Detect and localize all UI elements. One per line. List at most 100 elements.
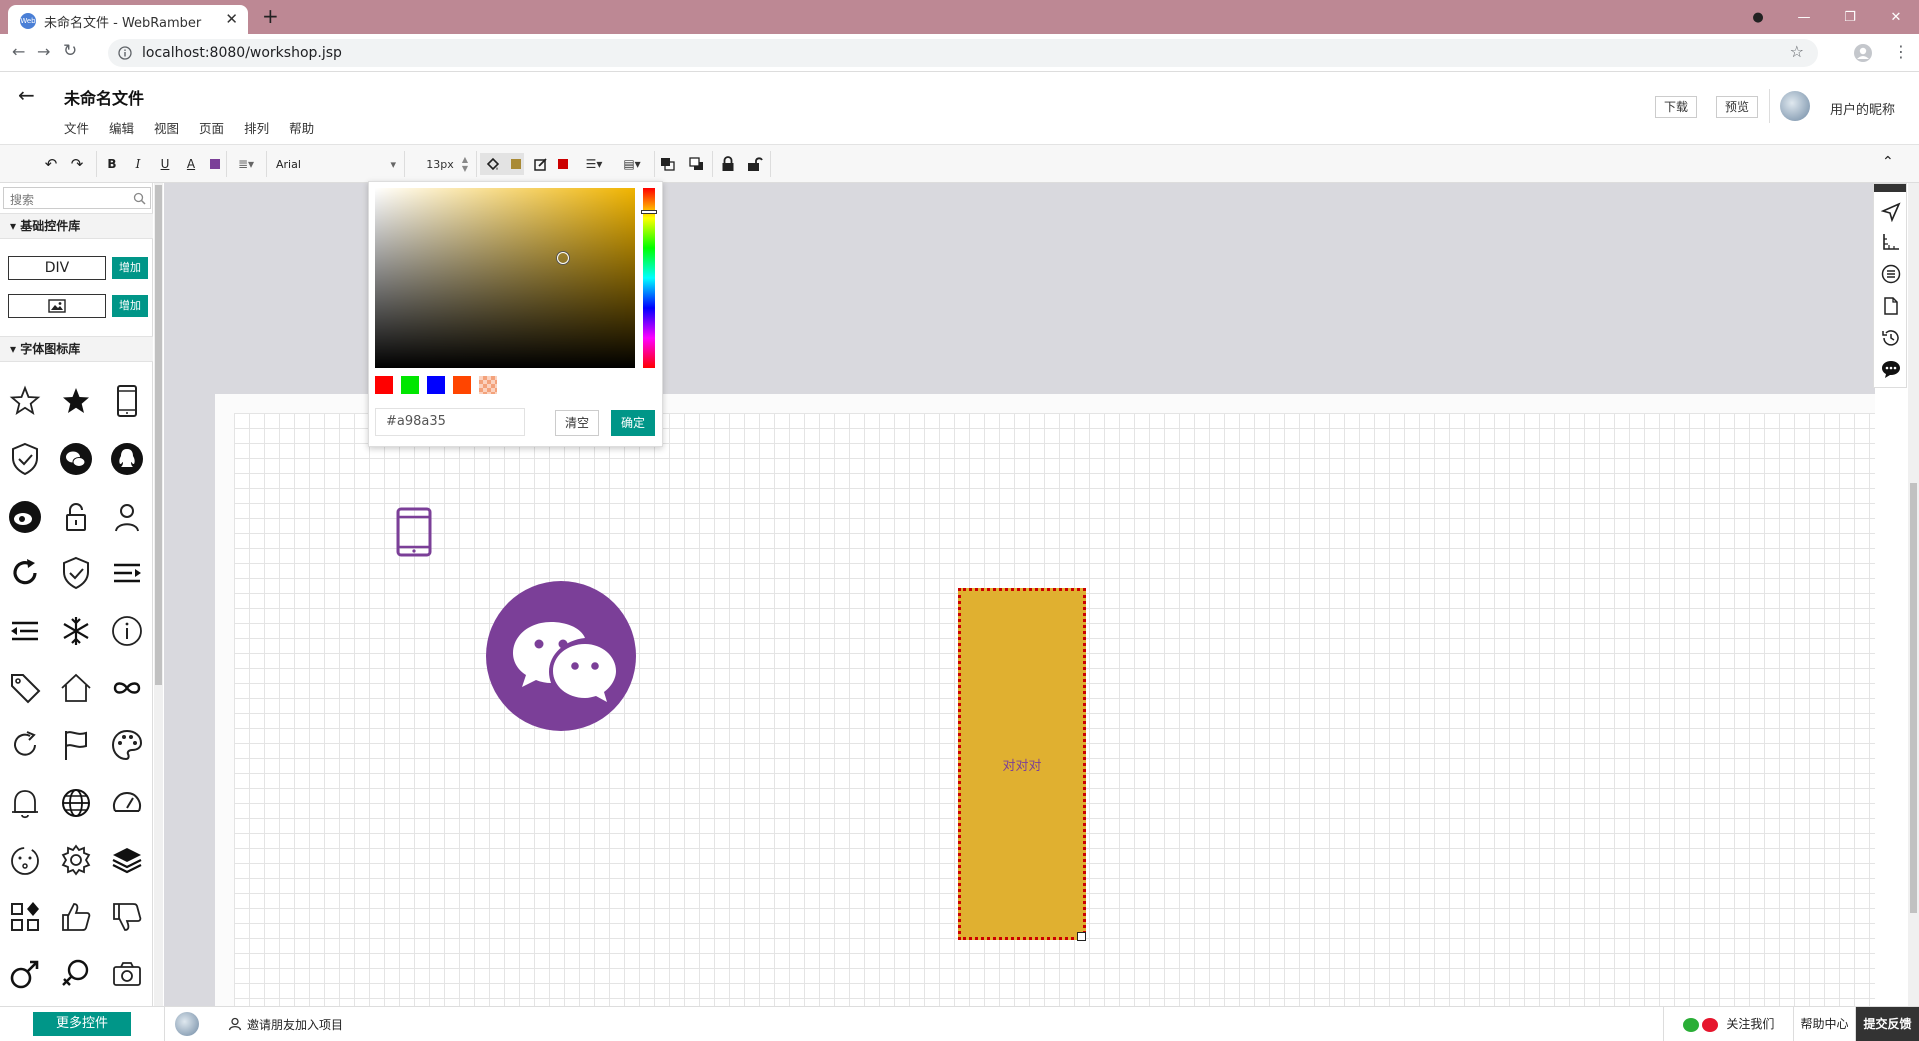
comment-icon[interactable] xyxy=(1881,359,1901,379)
account-icon[interactable] xyxy=(1853,43,1873,63)
italic-button[interactable]: I xyxy=(130,154,146,174)
minimize-icon[interactable]: — xyxy=(1781,10,1827,25)
component-div[interactable]: DIV xyxy=(8,256,106,280)
paint-bucket-icon[interactable] xyxy=(485,157,500,172)
gear-icon[interactable] xyxy=(57,841,95,879)
forward-icon[interactable]: → xyxy=(37,42,50,61)
hue-slider[interactable] xyxy=(641,188,657,368)
camera-icon[interactable] xyxy=(108,955,146,993)
tag-icon[interactable] xyxy=(6,669,44,707)
menu-help[interactable]: 帮助 xyxy=(289,118,314,137)
thumbs-up-icon[interactable] xyxy=(57,898,95,936)
menu-edit[interactable]: 编辑 xyxy=(109,118,134,137)
dashboard-icon[interactable] xyxy=(108,784,146,822)
font-size-arrows-icon[interactable]: ▲ ▼ xyxy=(460,154,470,174)
font-color-swatch[interactable] xyxy=(210,159,220,169)
ruler-icon[interactable] xyxy=(1881,232,1901,252)
more-components-button[interactable]: 更多控件 xyxy=(33,1012,131,1036)
snowflake-icon[interactable] xyxy=(57,612,95,650)
search-icon[interactable] xyxy=(133,192,146,205)
hex-color-input[interactable]: #a98a35 xyxy=(375,408,525,436)
star-filled-icon[interactable] xyxy=(57,382,95,420)
palette-icon[interactable] xyxy=(108,726,146,764)
refresh-icon[interactable] xyxy=(6,554,44,592)
redo-icon[interactable]: ↷ xyxy=(68,154,86,174)
star-outline-icon[interactable] xyxy=(6,382,44,420)
color-selector-handle[interactable] xyxy=(557,252,569,264)
face-icon[interactable] xyxy=(6,841,44,879)
selected-text-box[interactable]: 对对对 xyxy=(958,588,1086,940)
preset-swatch-blue[interactable] xyxy=(427,376,445,394)
edit-border-icon[interactable] xyxy=(533,157,548,172)
url-field[interactable]: localhost:8080/workshop.jsp ☆ xyxy=(108,39,1818,67)
font-size-stepper[interactable]: 13px xyxy=(420,154,460,174)
outdent-icon[interactable] xyxy=(6,612,44,650)
layers-icon[interactable] xyxy=(108,841,146,879)
menu-view[interactable]: 视图 xyxy=(154,118,179,137)
border-style-dropdown-icon[interactable]: ▤▾ xyxy=(618,154,646,174)
history-icon[interactable] xyxy=(1881,328,1901,348)
menu-page[interactable]: 页面 xyxy=(199,118,224,137)
canvas-tablet-icon[interactable] xyxy=(394,507,434,557)
flag-icon[interactable] xyxy=(57,726,95,764)
tablet-icon[interactable] xyxy=(108,382,146,420)
font-family-select[interactable]: Arial ▾ xyxy=(272,154,400,174)
globe-icon[interactable] xyxy=(57,784,95,822)
browser-menu-icon[interactable]: ⋮ xyxy=(1893,42,1909,61)
invite-friends-link[interactable]: 邀请朋友加入项目 xyxy=(247,1016,343,1033)
align-dropdown-icon[interactable]: ≣▾ xyxy=(232,154,260,174)
unlock-icon[interactable] xyxy=(57,498,95,536)
canvas-scroll-thumb[interactable] xyxy=(1910,483,1917,913)
confirm-color-button[interactable]: 确定 xyxy=(611,410,655,436)
section-icon-library[interactable]: ▾ 字体图标库 xyxy=(0,336,153,362)
thumbs-down-icon[interactable] xyxy=(108,898,146,936)
add-div-button[interactable]: 增加 xyxy=(112,257,148,279)
page-icon[interactable] xyxy=(1881,296,1901,316)
text-box-label[interactable]: 对对对 xyxy=(1002,755,1041,774)
unlock-icon[interactable] xyxy=(747,156,763,172)
wechat-icon[interactable] xyxy=(57,440,95,478)
send-back-icon[interactable] xyxy=(689,157,705,172)
search-input[interactable]: 搜索 xyxy=(3,187,151,209)
home-icon[interactable] xyxy=(57,669,95,707)
profile-menu-icon[interactable]: ● xyxy=(1735,10,1781,25)
footer-avatar[interactable] xyxy=(175,1012,199,1036)
clear-color-button[interactable]: 清空 xyxy=(555,410,599,436)
male-icon[interactable] xyxy=(6,955,44,993)
canvas-wechat-icon[interactable] xyxy=(485,580,637,732)
shield-check-icon[interactable] xyxy=(57,554,95,592)
section-basic-components[interactable]: ▾ 基础控件库 xyxy=(0,213,153,239)
preview-button[interactable]: 预览 xyxy=(1716,96,1759,118)
preset-swatch-orange[interactable] xyxy=(453,376,471,394)
navigate-icon[interactable] xyxy=(1881,202,1901,222)
restore-icon[interactable]: ❐ xyxy=(1827,10,1873,25)
canvas-scrollbar[interactable] xyxy=(1908,183,1919,1006)
close-tab-icon[interactable]: ✕ xyxy=(225,10,238,28)
line-style-dropdown-icon[interactable]: ☰▾ xyxy=(580,154,608,174)
resize-handle[interactable] xyxy=(1077,932,1086,941)
reload-icon[interactable]: ↻ xyxy=(63,41,77,61)
follow-us-link[interactable]: 关注我们 xyxy=(1663,1007,1793,1041)
browser-tab[interactable]: Web 未命名文件 - WebRamber ✕ xyxy=(8,5,248,34)
user-nickname[interactable]: 用户的昵称 xyxy=(1830,99,1895,118)
hue-slider-handle[interactable] xyxy=(641,210,657,214)
bookmark-star-icon[interactable]: ☆ xyxy=(1790,42,1804,61)
bell-icon[interactable] xyxy=(6,784,44,822)
weibo-icon[interactable] xyxy=(6,498,44,536)
bring-front-icon[interactable] xyxy=(660,157,676,172)
new-tab-button[interactable]: + xyxy=(262,4,279,28)
back-arrow-icon[interactable]: ← xyxy=(18,83,35,107)
apps-icon[interactable] xyxy=(6,898,44,936)
font-color-button[interactable]: A xyxy=(183,154,199,174)
download-button[interactable]: 下载 xyxy=(1655,96,1698,118)
qq-icon[interactable] xyxy=(108,440,146,478)
user-icon[interactable] xyxy=(108,498,146,536)
list-icon[interactable] xyxy=(1881,264,1901,284)
underline-button[interactable]: U xyxy=(157,154,173,174)
stroke-color-swatch[interactable] xyxy=(558,159,568,169)
menu-file[interactable]: 文件 xyxy=(64,118,89,137)
refresh-icon[interactable] xyxy=(6,726,44,764)
shield-check-icon[interactable] xyxy=(6,440,44,478)
bold-button[interactable]: B xyxy=(104,154,120,174)
preset-swatch-transparent[interactable] xyxy=(479,376,497,394)
